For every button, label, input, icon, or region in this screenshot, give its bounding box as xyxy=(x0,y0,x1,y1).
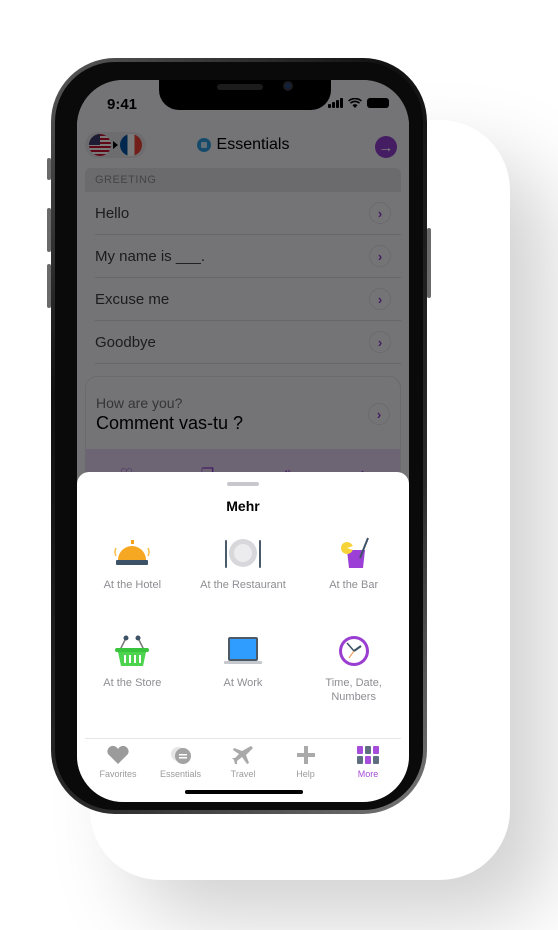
tab-essentials[interactable]: Essentials xyxy=(152,739,210,782)
sheet-grabber[interactable] xyxy=(227,482,259,486)
more-sheet: Mehr At the Hotel At the Restaurant At t… xyxy=(77,472,409,802)
tab-label: Essentials xyxy=(159,769,202,779)
category-label: At the Store xyxy=(103,677,162,689)
tab-label: Help xyxy=(296,769,315,779)
category-grid: At the Hotel At the Restaurant At the Ba… xyxy=(77,536,409,718)
category-label: At the Bar xyxy=(329,579,379,591)
plate-icon xyxy=(224,539,261,568)
volume-up-button xyxy=(47,208,51,252)
category-work[interactable]: At Work xyxy=(188,634,299,718)
status-icons xyxy=(328,98,389,108)
screen: 9:41 Essentials xyxy=(77,80,409,802)
tab-more[interactable]: More xyxy=(339,739,397,782)
volume-down-button xyxy=(47,264,51,308)
grid-icon xyxy=(357,746,379,764)
wifi-icon xyxy=(348,98,362,108)
tab-label: Travel xyxy=(230,769,256,779)
notch xyxy=(159,80,331,110)
laptop-icon xyxy=(223,637,262,664)
category-hotel[interactable]: At the Hotel xyxy=(77,536,188,620)
essentials-icon xyxy=(170,747,191,764)
basket-icon xyxy=(115,635,150,666)
hotel-bell-icon xyxy=(114,540,151,565)
category-store[interactable]: At the Store xyxy=(77,634,188,718)
category-restaurant[interactable]: At the Restaurant xyxy=(188,536,299,620)
phone-frame: 9:41 Essentials xyxy=(47,58,431,814)
heart-icon xyxy=(107,745,129,764)
tab-label: Favorites xyxy=(99,769,137,779)
speaker xyxy=(217,84,263,90)
cocktail-icon xyxy=(340,537,369,568)
category-label: At Work xyxy=(223,677,263,689)
plus-icon xyxy=(296,746,315,764)
power-button xyxy=(427,228,431,298)
status-time: 9:41 xyxy=(107,96,138,113)
category-label: At the Hotel xyxy=(103,579,162,591)
sheet-title: Mehr xyxy=(226,498,260,514)
category-bar[interactable]: At the Bar xyxy=(298,536,409,620)
clock-icon xyxy=(338,636,369,666)
category-time[interactable]: Time, Date, Numbers xyxy=(298,634,409,718)
category-label: Time, Date, Numbers xyxy=(325,677,382,703)
tab-label: More xyxy=(357,769,379,779)
battery-icon xyxy=(367,98,389,108)
tab-favorites[interactable]: Favorites xyxy=(89,739,147,782)
home-indicator[interactable] xyxy=(185,790,303,794)
airplane-icon xyxy=(232,746,253,764)
signal-icon xyxy=(328,98,343,108)
camera xyxy=(283,81,293,91)
tab-help[interactable]: Help xyxy=(277,739,335,782)
mute-switch xyxy=(47,158,51,180)
tab-bar: Favorites Essentials Travel Help More xyxy=(85,738,401,782)
category-label: At the Restaurant xyxy=(200,579,286,591)
tab-travel[interactable]: Travel xyxy=(214,739,272,782)
